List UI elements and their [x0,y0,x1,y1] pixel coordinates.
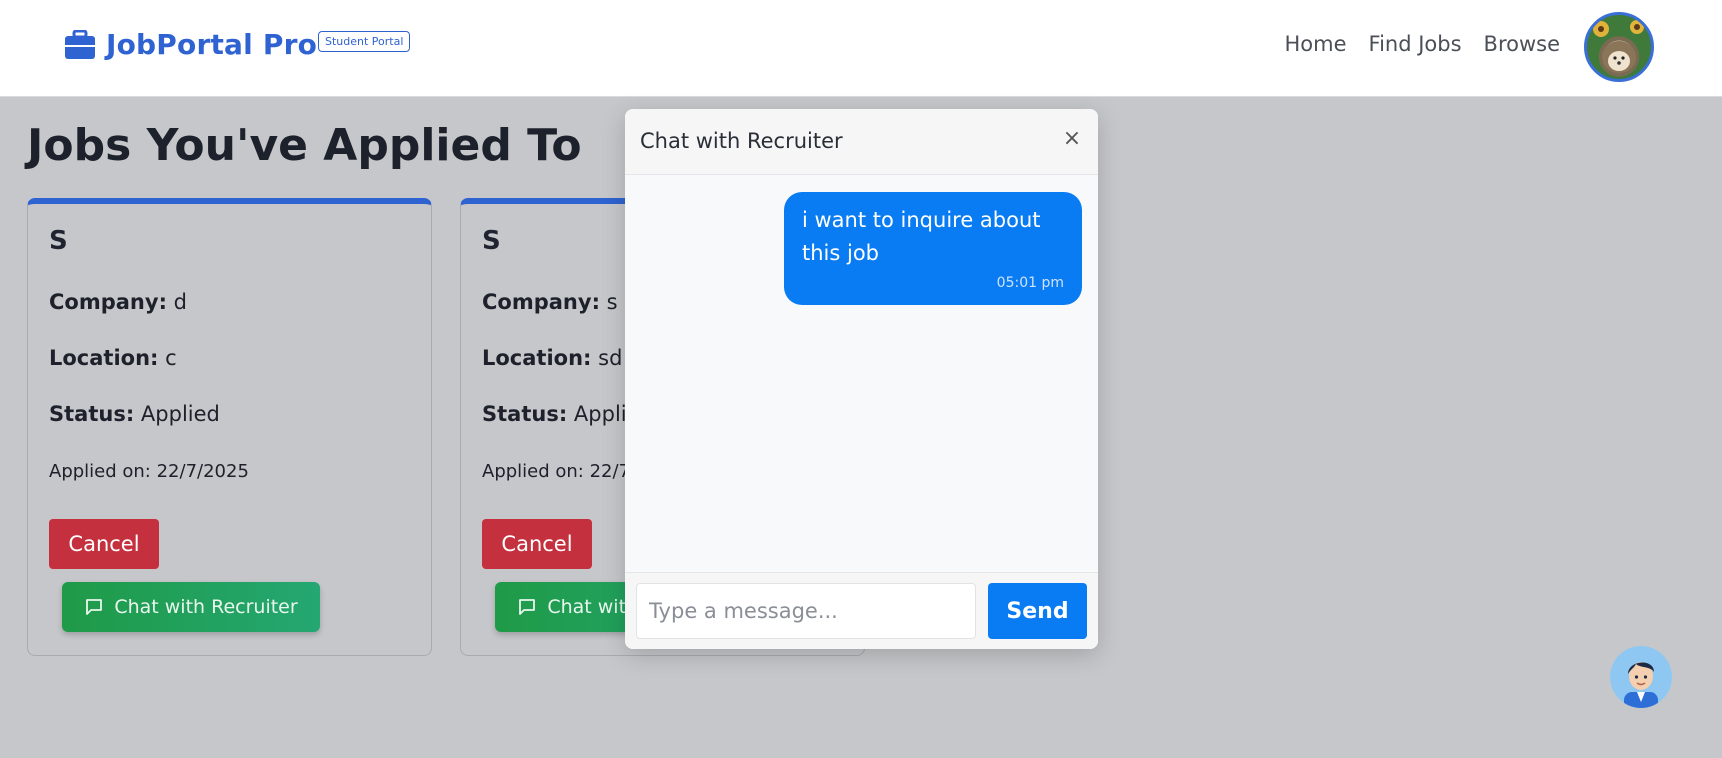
message-bubble: i want to inquire about this job 05:01 p… [784,192,1082,305]
assistant-avatar-icon [1624,662,1658,708]
brand-logo[interactable]: JobPortal Pro Student Portal [64,28,411,61]
message-time: 05:01 pm [996,275,1064,291]
user-avatar[interactable] [1584,12,1654,82]
company-label: Company: [482,290,600,314]
chat-messages: i want to inquire about this job 05:01 p… [625,175,1098,572]
nav-links: Home Find Jobs Browse [1285,32,1561,56]
chat-header: Chat with Recruiter × [625,109,1098,175]
location-label: Location: [482,346,592,370]
company-value: d [173,290,187,314]
job-card: S Company: d Location: c Status: Applied… [27,198,432,656]
chat-title: Chat with Recruiter [640,129,843,153]
briefcase-icon [65,29,95,59]
support-bot-avatar[interactable] [1610,646,1672,708]
close-icon[interactable]: × [1060,127,1084,151]
brand-badge: Student Portal [318,31,411,52]
chat-bubble-icon [519,599,536,615]
status-value: Applied [140,402,220,426]
send-button[interactable]: Send [988,583,1087,639]
cancel-button[interactable]: Cancel [482,519,592,569]
company-label: Company: [49,290,167,314]
status-label: Status: [482,402,568,426]
cancel-button[interactable]: Cancel [49,519,159,569]
job-status: Status: Applied [49,402,220,426]
nav-link-home[interactable]: Home [1285,32,1347,56]
applied-on-date: Applied on: 22/7/2025 [49,461,249,482]
nav-link-find-jobs[interactable]: Find Jobs [1369,32,1462,56]
chat-with-recruiter-button[interactable]: Chat with Recruiter [62,582,320,632]
job-company: Company: d [49,290,187,314]
chat-button-label: Chat with Recruiter [114,596,298,618]
job-title: S [49,226,68,256]
location-value: c [165,346,177,370]
nav-link-browse[interactable]: Browse [1484,32,1560,56]
job-title: S [482,226,501,256]
job-location: Location: c [49,346,177,370]
chat-bubble-icon [86,599,103,615]
job-location: Location: sd [482,346,622,370]
message-text: i want to inquire about this job [802,208,1041,265]
location-label: Location: [49,346,159,370]
navbar: JobPortal Pro Student Portal Home Find J… [0,0,1722,97]
hedgehog-photo [1593,20,1644,73]
location-value: sd [598,346,623,370]
company-value: s [606,290,618,314]
page-title: Jobs You've Applied To [27,120,582,171]
status-label: Status: [49,402,135,426]
chat-footer: Send [625,572,1098,649]
job-company: Company: s [482,290,618,314]
message-input[interactable] [636,583,976,639]
brand-name: JobPortal Pro [106,28,318,61]
chat-modal: Chat with Recruiter × i want to inquire … [625,109,1098,649]
